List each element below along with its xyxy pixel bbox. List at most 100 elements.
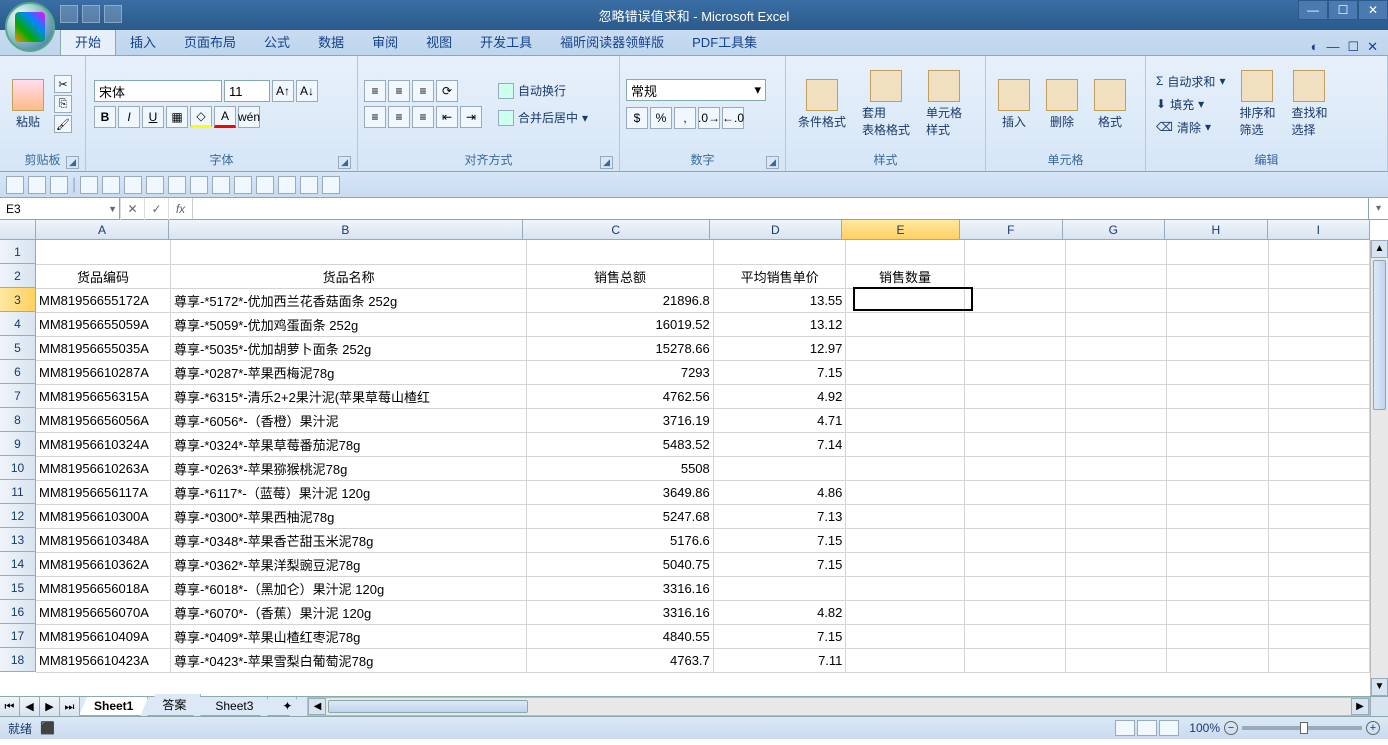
cell-G2[interactable] [1066,264,1167,288]
ribbon-restore-icon[interactable]: ☐ [1347,39,1359,55]
conditional-format-button[interactable]: 条件格式 [792,77,852,132]
view-normal-button[interactable] [1115,720,1135,736]
cell-B2[interactable]: 货品名称 [170,264,526,288]
tb-btn10[interactable] [278,176,296,194]
cell-C7[interactable]: 4762.56 [527,384,713,408]
cell-E2[interactable]: 销售数量 [846,264,964,288]
cell-G18[interactable] [1066,648,1167,672]
col-header-F[interactable]: F [960,220,1062,240]
cell-G7[interactable] [1066,384,1167,408]
cell-G17[interactable] [1066,624,1167,648]
sheet-nav-prev-icon[interactable]: ◀ [20,697,40,716]
cell-H9[interactable] [1167,432,1268,456]
cell-F18[interactable] [964,648,1065,672]
ribbon-tab-6[interactable]: 视图 [412,28,466,55]
cell-A15[interactable]: MM81956656018A [36,576,170,600]
row-header-12[interactable]: 12 [0,504,36,528]
font-dialog-launcher[interactable]: ◢ [338,156,351,169]
cell-A7[interactable]: MM81956656315A [36,384,170,408]
cell-G14[interactable] [1066,552,1167,576]
col-header-A[interactable]: A [36,220,169,240]
cell-I5[interactable] [1268,336,1369,360]
cell-A11[interactable]: MM81956656117A [36,480,170,504]
cell-F3[interactable] [964,288,1065,312]
cell-C6[interactable]: 7293 [527,360,713,384]
cell-B10[interactable]: 尊享-*0263*-苹果猕猴桃泥78g [170,456,526,480]
cell-A1[interactable] [36,240,170,264]
cell-A6[interactable]: MM81956610287A [36,360,170,384]
cell-I14[interactable] [1268,552,1369,576]
col-header-B[interactable]: B [169,220,523,240]
ribbon-tab-8[interactable]: 福昕阅读器领鲜版 [546,28,678,55]
sheet-tab-2[interactable]: Sheet3 [200,697,268,716]
row-header-15[interactable]: 15 [0,576,36,600]
cell-G15[interactable] [1066,576,1167,600]
cell-D5[interactable]: 12.97 [713,336,846,360]
cell-F4[interactable] [964,312,1065,336]
cell-D13[interactable]: 7.15 [713,528,846,552]
row-header-4[interactable]: 4 [0,312,36,336]
cell-G8[interactable] [1066,408,1167,432]
table-format-button[interactable]: 套用 表格格式 [856,68,916,140]
cell-H13[interactable] [1167,528,1268,552]
cell-H16[interactable] [1167,600,1268,624]
cell-B3[interactable]: 尊享-*5172*-优加西兰花香菇面条 252g [170,288,526,312]
cell-A13[interactable]: MM81956610348A [36,528,170,552]
scroll-up-icon[interactable]: ▲ [1371,240,1388,258]
cell-A16[interactable]: MM81956656070A [36,600,170,624]
cell-F16[interactable] [964,600,1065,624]
office-button[interactable] [5,2,55,52]
cell-D7[interactable]: 4.92 [713,384,846,408]
row-header-16[interactable]: 16 [0,600,36,624]
italic-button[interactable]: I [118,106,140,128]
cell-E3[interactable] [846,288,964,312]
cell-D11[interactable]: 4.86 [713,480,846,504]
alignment-dialog-launcher[interactable]: ◢ [600,156,613,169]
tb-btn8[interactable] [234,176,252,194]
cell-F12[interactable] [964,504,1065,528]
cell-B14[interactable]: 尊享-*0362*-苹果洋梨豌豆泥78g [170,552,526,576]
cell-grid[interactable]: 货品编码货品名称销售总额平均销售单价销售数量MM81956655172A尊享-*… [36,240,1370,696]
view-pagelayout-button[interactable] [1137,720,1157,736]
formula-bar-input[interactable] [193,198,1368,219]
cell-C16[interactable]: 3316.16 [527,600,713,624]
row-header-3[interactable]: 3 [0,288,36,312]
qat-redo-icon[interactable] [104,5,122,23]
cell-C4[interactable]: 16019.52 [527,312,713,336]
cell-I13[interactable] [1268,528,1369,552]
cell-B4[interactable]: 尊享-*5059*-优加鸡蛋面条 252g [170,312,526,336]
cell-I9[interactable] [1268,432,1369,456]
cell-H15[interactable] [1167,576,1268,600]
decrease-decimal-button[interactable]: ←.0 [722,107,744,129]
ribbon-tab-7[interactable]: 开发工具 [466,28,546,55]
cell-A2[interactable]: 货品编码 [36,264,170,288]
cell-G11[interactable] [1066,480,1167,504]
sheet-nav-next-icon[interactable]: ▶ [40,697,60,716]
tb-save-icon[interactable] [6,176,24,194]
cell-A18[interactable]: MM81956610423A [36,648,170,672]
cell-D2[interactable]: 平均销售单价 [713,264,846,288]
ribbon-minimize-icon[interactable]: — [1326,39,1339,55]
cell-H6[interactable] [1167,360,1268,384]
enter-formula-icon[interactable]: ✓ [144,198,168,220]
cell-I7[interactable] [1268,384,1369,408]
cell-B12[interactable]: 尊享-*0300*-苹果西柚泥78g [170,504,526,528]
cell-B13[interactable]: 尊享-*0348*-苹果香芒甜玉米泥78g [170,528,526,552]
orientation-button[interactable]: ⟳ [436,80,458,102]
cell-A9[interactable]: MM81956610324A [36,432,170,456]
ribbon-tab-4[interactable]: 数据 [304,28,358,55]
cell-E16[interactable] [846,600,964,624]
cell-E8[interactable] [846,408,964,432]
cell-C18[interactable]: 4763.7 [527,648,713,672]
vscroll-thumb[interactable] [1373,260,1386,410]
tb-redo-icon[interactable] [50,176,68,194]
cell-I3[interactable] [1268,288,1369,312]
cell-D3[interactable]: 13.55 [713,288,846,312]
cell-F5[interactable] [964,336,1065,360]
cell-F8[interactable] [964,408,1065,432]
tb-btn12[interactable] [322,176,340,194]
clipboard-dialog-launcher[interactable]: ◢ [66,156,79,169]
cell-E10[interactable] [846,456,964,480]
cell-F13[interactable] [964,528,1065,552]
align-bottom-button[interactable]: ≡ [412,80,434,102]
